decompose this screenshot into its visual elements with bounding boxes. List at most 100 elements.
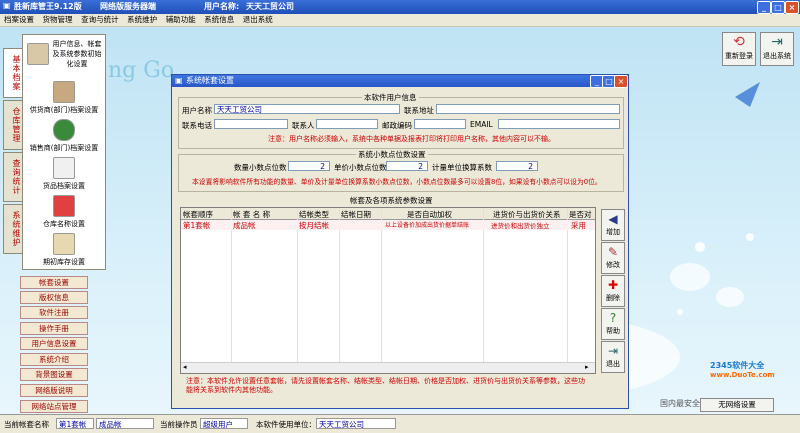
menu-goods[interactable]: 货物管理 — [43, 14, 73, 26]
goods-icon — [53, 157, 75, 179]
tab-query-stats[interactable]: 查询统计 — [3, 152, 23, 202]
exit-button[interactable]: ⇥ 退出 — [601, 341, 625, 373]
site-manage-button[interactable]: 网络站点管理 — [20, 400, 88, 413]
server-label: 网络版服务器端 — [100, 2, 156, 11]
account-setup-dialog: ▣ 系统帐套设置 _ □ × 本软件用户信息 用户名称 天天工贸公司 联系地址 … — [171, 74, 629, 409]
add-button[interactable]: ◀ 增加 — [601, 209, 625, 241]
zip-label: 邮政编码 — [382, 121, 412, 130]
opening-stock-item[interactable]: 期初库存设置 — [25, 233, 103, 269]
register-button[interactable]: 软件注册 — [20, 306, 88, 319]
dialog-icon: ▣ — [175, 76, 183, 85]
account-label: 当前帐套名称 — [4, 420, 49, 429]
help-icon: ? — [609, 311, 617, 325]
menu-maintenance[interactable]: 系统维护 — [127, 14, 157, 26]
close-button[interactable]: × — [785, 1, 799, 14]
qty-decimal-label: 数量小数点位数 — [234, 163, 287, 172]
app-icon: ▣ — [3, 1, 11, 10]
zip-field[interactable] — [414, 119, 466, 129]
warehouse-setup-item[interactable]: 仓库名称设置 — [25, 195, 103, 231]
horizontal-scrollbar[interactable]: ◂ ▸ — [181, 362, 595, 373]
account-value: 第1套帐 — [56, 418, 94, 429]
globe-icon — [53, 119, 75, 141]
background-button[interactable]: 背景图设置 — [20, 368, 88, 381]
contact-label: 联系人 — [292, 121, 315, 130]
accounts-legend: 帐套及各项系统参数设置 — [348, 195, 435, 206]
network-settings-button[interactable]: 无网络设置 — [700, 398, 774, 412]
operator-value: 超级用户 — [200, 418, 248, 429]
menu-info[interactable]: 系统信息 — [204, 14, 234, 26]
col-divider — [339, 208, 340, 362]
status-bar: 当前帐套名称 第1套帐 成品帐 当前操作员 超级用户 本软件使用单位： 天天工贸… — [0, 414, 800, 433]
menu-exit[interactable]: 退出系统 — [243, 14, 273, 26]
col-divider — [231, 208, 232, 362]
user-info-note: 注意：用户名称必须输入，系统中各种单据及报表打印将打印用户名称，其他内容可以不输… — [268, 135, 555, 143]
tab-maintenance[interactable]: 系统维护 — [3, 204, 23, 254]
qty-decimal-spinner[interactable]: 2 — [288, 161, 330, 171]
relogin-button[interactable]: ⟲ 重新登录 — [722, 32, 756, 66]
table-row[interactable]: 第1套帐 成品帐 按月结帐 以上设备价加成出货价据单结账 进货价和出货价独立 采… — [181, 220, 595, 230]
user-info-button[interactable]: 用户信息设置 — [20, 337, 88, 350]
svg-text:ng Go: ng Go — [108, 58, 174, 83]
manual-button[interactable]: 操作手册 — [20, 322, 88, 335]
system-intro-button[interactable]: 系统介绍 — [20, 353, 88, 366]
copyright-button[interactable]: 版权信息 — [20, 291, 88, 304]
phone-label: 联系电话 — [182, 121, 212, 130]
network-help-button[interactable]: 网络版说明 — [20, 384, 88, 397]
warehouse-icon — [53, 195, 75, 217]
account-name: 成品帐 — [96, 418, 154, 429]
col-divider — [297, 208, 298, 362]
maximize-button[interactable]: □ — [771, 1, 785, 14]
edit-button[interactable]: ✎ 修改 — [601, 242, 625, 274]
exit-icon: ⇥ — [607, 344, 619, 358]
scroll-right-icon[interactable]: ▸ — [585, 363, 589, 371]
dialog-close-button[interactable]: × — [614, 75, 628, 88]
col-divider — [567, 208, 568, 362]
menu-query[interactable]: 查询与统计 — [81, 14, 119, 26]
user-label: 用户名称: — [204, 2, 240, 11]
phone-field[interactable] — [214, 119, 288, 129]
col-order: 帐套顺序 — [183, 210, 213, 219]
email-field[interactable] — [498, 119, 620, 129]
unit-decimal-spinner[interactable]: 2 — [496, 161, 538, 171]
price-decimal-spinner[interactable]: 2 — [386, 161, 428, 171]
table-header: 帐套顺序 帐 套 名 称 结帐类型 结帐日期 是否自动加权 进货价与出货价关系 … — [181, 208, 595, 220]
address-field[interactable] — [436, 104, 620, 114]
unit-decimal-label: 计量单位换算系数 — [432, 163, 492, 172]
email-label: EMAIL — [470, 120, 493, 129]
col-price-relation: 进货价与出货价关系 — [493, 210, 561, 219]
minimize-button[interactable]: _ — [757, 1, 771, 14]
contact-field[interactable] — [316, 119, 378, 129]
user-name-field[interactable]: 天天工贸公司 — [214, 104, 400, 114]
menu-file-settings[interactable]: 档案设置 — [4, 14, 34, 26]
menu-tools[interactable]: 辅助功能 — [166, 14, 196, 26]
col-weighted: 是否自动加权 — [407, 210, 452, 219]
help-button[interactable]: ? 帮助 — [601, 308, 625, 340]
accounts-table[interactable]: 帐套顺序 帐 套 名 称 结帐类型 结帐日期 是否自动加权 进货价与出货价关系 … — [180, 207, 596, 374]
add-icon: ◀ — [608, 212, 618, 226]
goods-setup-item[interactable]: 货品档案设置 — [25, 157, 103, 193]
bottom-note: 注意：本软件允许设置任意套帐，请先设置帐套名称、结帐类型、结帐日期、价格是否加权… — [186, 377, 585, 394]
exit-system-button[interactable]: ⇥ 退出系统 — [760, 32, 794, 66]
decimal-legend: 系统小数点位数设置 — [356, 149, 428, 160]
account-setup-button[interactable]: 帐套设置 — [20, 276, 88, 289]
operator-label: 当前操作员 — [160, 420, 198, 429]
user-setup-item[interactable]: 用户信息、帐套及系统参数初始化设置 — [25, 37, 103, 75]
watermark: 2345软件大全 www.DuoTe.com — [710, 361, 775, 379]
user-name: 天天工贸公司 — [246, 2, 294, 11]
app-title-bar: ▣ 胜新库管王9.12版 网络版服务器端 用户名称: 天天工贸公司 _ □ × — [0, 0, 800, 14]
delete-icon: ✚ — [607, 278, 619, 292]
price-decimal-label: 单价小数点位数 — [334, 163, 387, 172]
tab-warehouse[interactable]: 仓库管理 — [3, 100, 23, 150]
delete-button[interactable]: ✚ 删除 — [601, 275, 625, 307]
address-label: 联系地址 — [404, 106, 434, 115]
user-info-legend: 本软件用户信息 — [362, 92, 419, 103]
relogin-icon: ⟲ — [733, 34, 745, 50]
seller-setup-item[interactable]: 销售商(部门)档案设置 — [25, 119, 103, 155]
dialog-title: 系统帐套设置 — [186, 76, 234, 85]
col-name: 帐 套 名 称 — [233, 210, 271, 219]
supplier-setup-item[interactable]: 供货商(部门)档案设置 — [25, 81, 103, 117]
scroll-left-icon[interactable]: ◂ — [183, 363, 187, 371]
app-title: 胜新库管王9.12版 — [14, 2, 82, 11]
tab-basic-files[interactable]: 基本档案 — [3, 48, 23, 98]
decimal-note: 本设置将影响软件所有功能的数量、单价及计量单位换算系数小数点位数，小数点位数最多… — [192, 178, 602, 186]
